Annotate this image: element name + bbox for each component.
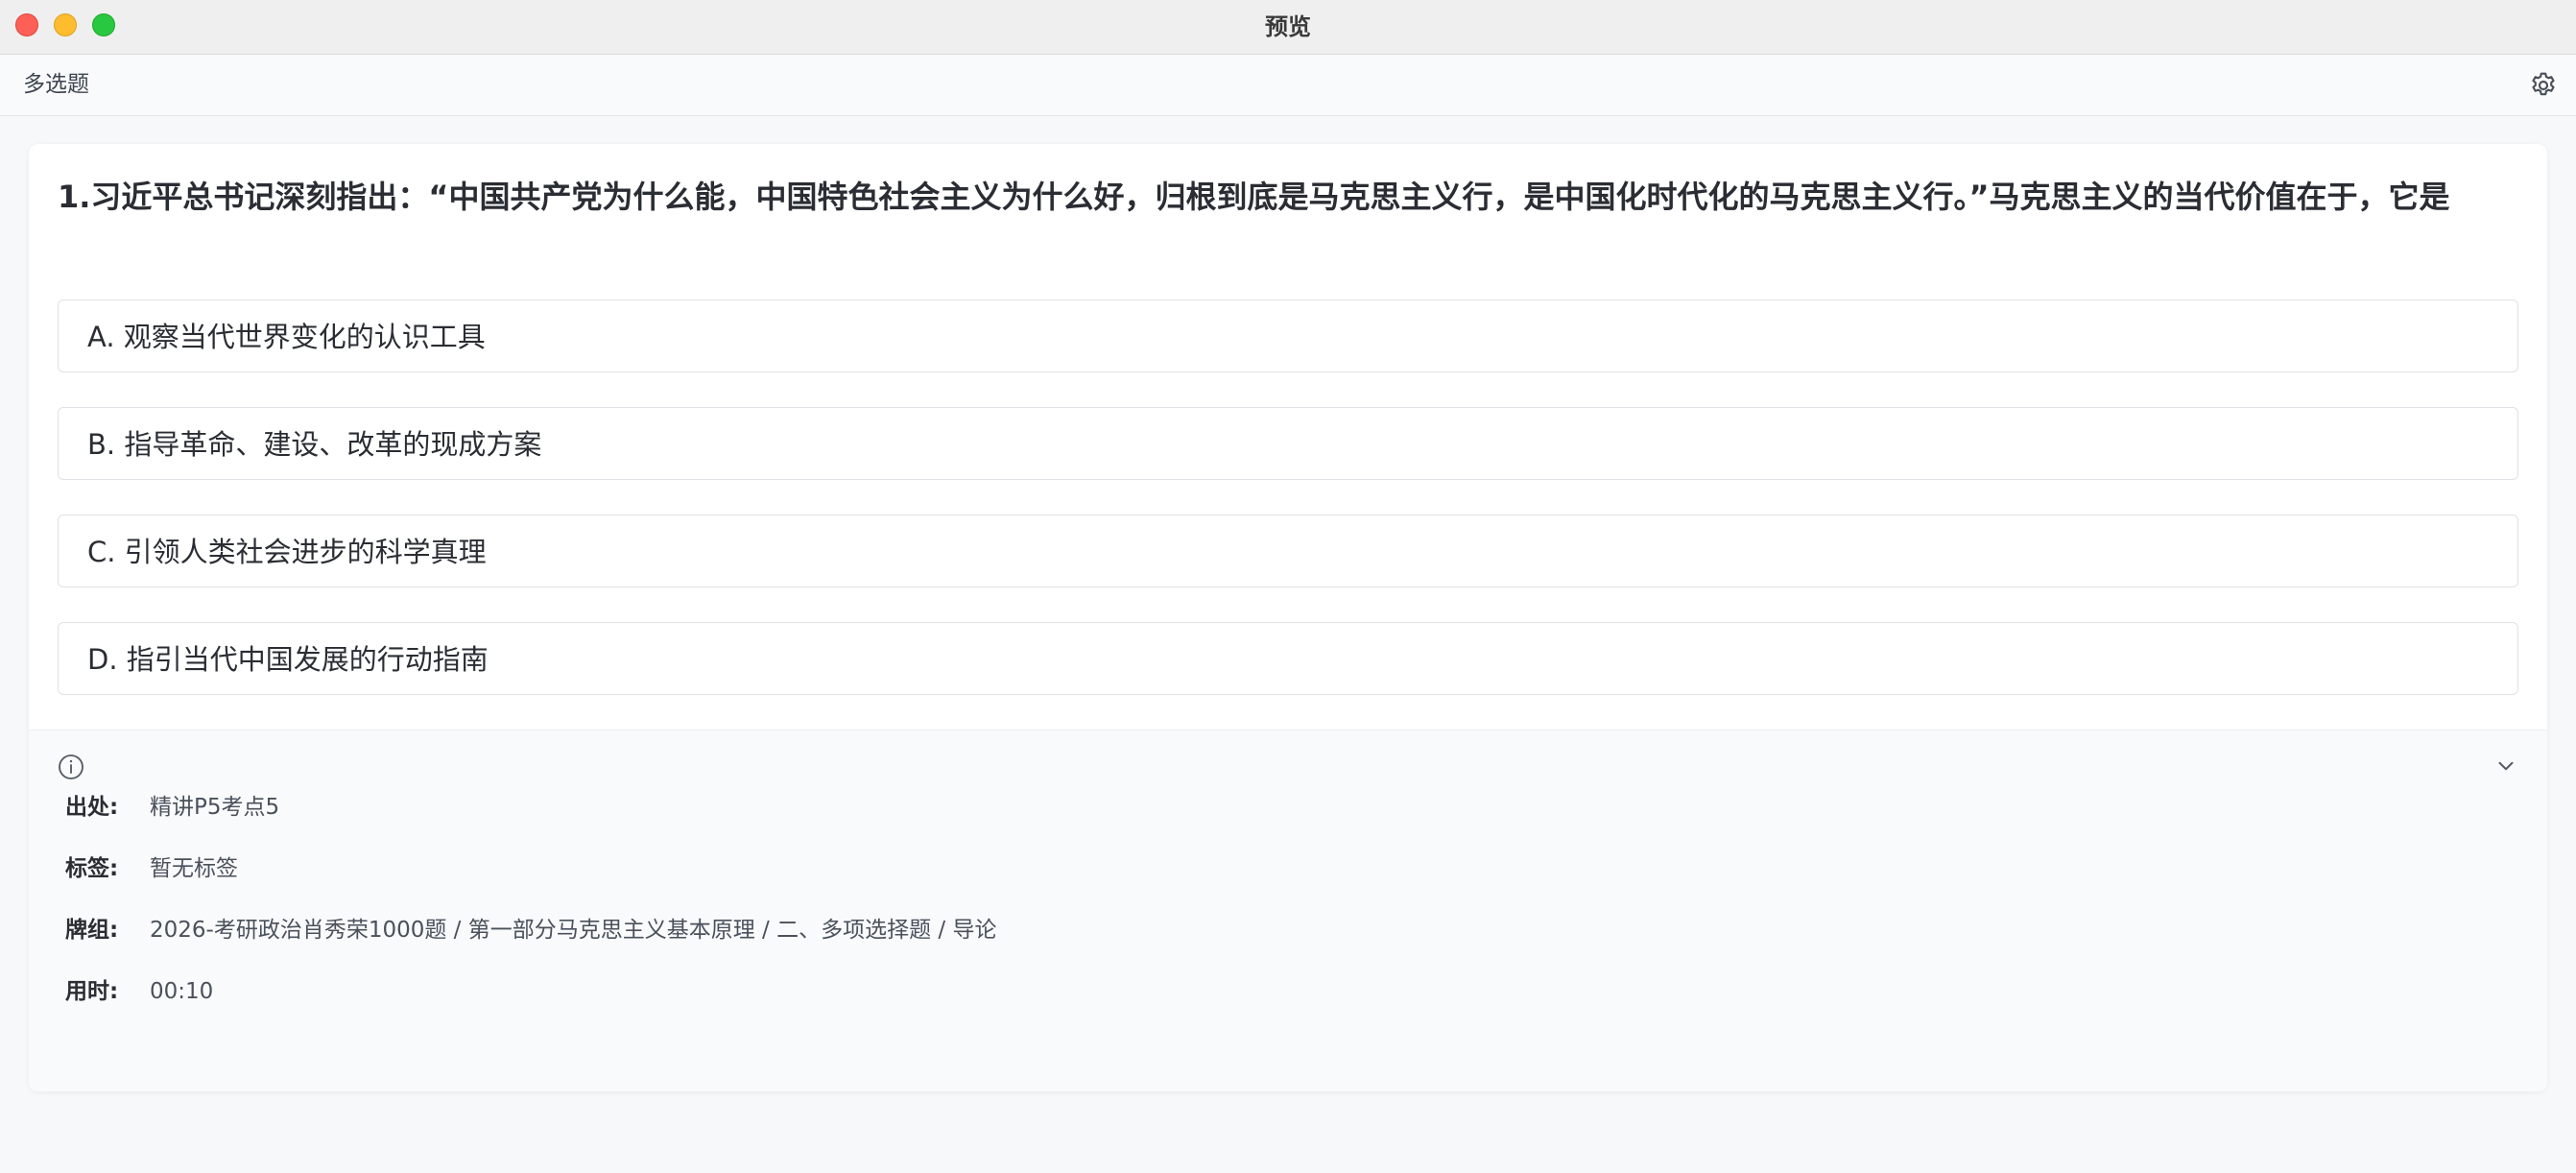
option-c-label: C. 引领人类社会进步的科学真理	[87, 536, 487, 568]
option-d-label: D. 指引当代中国发展的行动指南	[87, 643, 489, 676]
window-title: 预览	[1265, 13, 1311, 40]
tags-label: 标签:	[65, 856, 119, 881]
option-a-label: A. 观察当代世界变化的认识工具	[87, 321, 486, 353]
gear-icon[interactable]	[2528, 70, 2559, 101]
option-b[interactable]: B. 指导革命、建设、改革的现成方案	[58, 407, 2518, 480]
info-panel: 出处: 精讲P5考点5 标签: 暂无标签 牌组: 2026-考研政治肖秀荣100…	[29, 730, 2547, 1091]
deck-value: 2026-考研政治肖秀荣1000题 / 第一部分马克思主义基本原理 / 二、多项…	[150, 918, 997, 943]
info-icon[interactable]	[56, 752, 86, 782]
source-value: 精讲P5考点5	[150, 795, 280, 820]
option-a[interactable]: A. 观察当代世界变化的认识工具	[58, 299, 2518, 372]
option-b-label: B. 指导革命、建设、改革的现成方案	[87, 428, 542, 461]
deck-label: 牌组:	[65, 918, 119, 943]
title-bar: 预览	[0, 0, 2576, 55]
chevron-down-icon[interactable]	[2493, 754, 2518, 778]
toolbar: 多选题	[0, 55, 2576, 116]
time-label: 用时:	[65, 979, 119, 1004]
time-value: 00:10	[150, 979, 214, 1004]
question-type-label: 多选题	[23, 72, 89, 97]
option-c[interactable]: C. 引领人类社会进步的科学真理	[58, 515, 2518, 587]
source-label: 出处:	[65, 795, 119, 820]
preview-window: 预览 多选题 1.习近平总书记深刻指出：“中国共产党为什么能，中国特色社会主义为…	[0, 0, 2576, 1173]
option-d[interactable]: D. 指引当代中国发展的行动指南	[58, 622, 2518, 695]
question-card: 1.习近平总书记深刻指出：“中国共产党为什么能，中国特色社会主义为什么好，归根到…	[29, 144, 2547, 1091]
question-text: 1.习近平总书记深刻指出：“中国共产党为什么能，中国特色社会主义为什么好，归根到…	[58, 179, 2450, 215]
tags-value: 暂无标签	[150, 856, 238, 881]
